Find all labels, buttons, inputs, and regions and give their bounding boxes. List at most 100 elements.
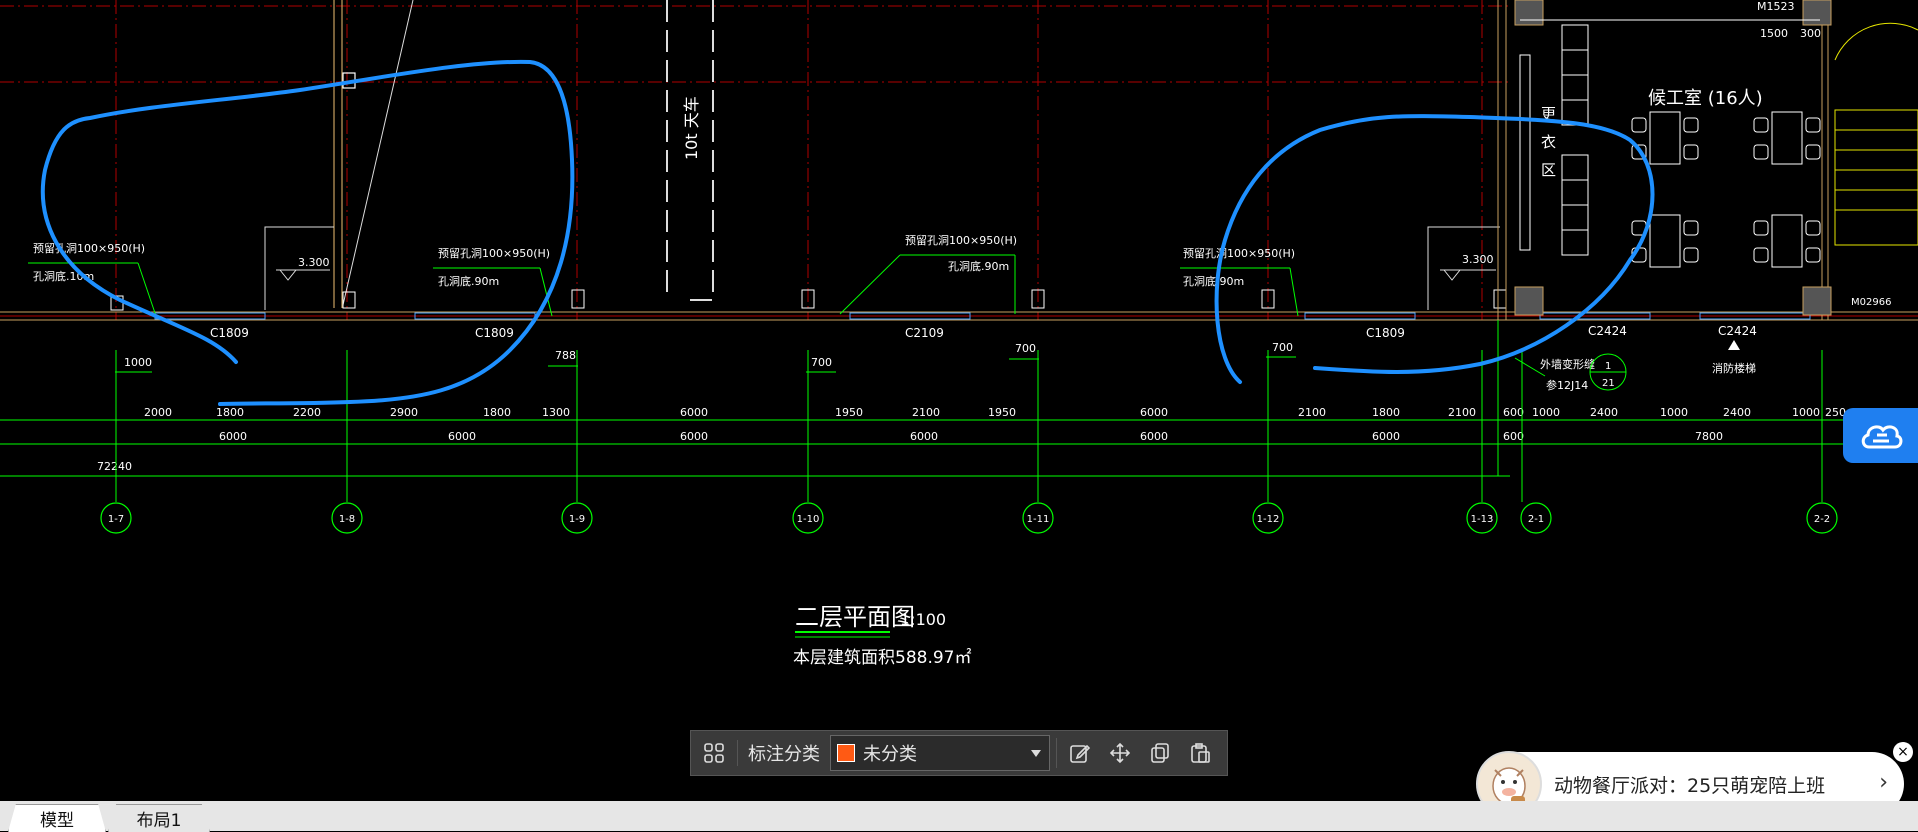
svg-text:1800: 1800 xyxy=(483,406,511,419)
paste-icon[interactable] xyxy=(1183,736,1217,770)
exterior-wall xyxy=(0,311,1918,321)
stairs xyxy=(1834,22,1918,246)
svg-text:孔洞底.90m: 孔洞底.90m xyxy=(1183,274,1244,288)
svg-text:1800: 1800 xyxy=(1372,406,1400,419)
svg-text:1-7: 1-7 xyxy=(108,514,124,525)
svg-text:衣: 衣 xyxy=(1541,133,1556,151)
wall-note-2: 参12J14 xyxy=(1546,378,1588,392)
changing-area-label: 更 衣 区 xyxy=(1541,105,1556,179)
stair-note: 消防楼梯 xyxy=(1712,361,1756,375)
drawing-scale: 1:100 xyxy=(900,610,946,629)
opening-note-4: 预留孔洞100×950(H) 孔洞底.90m xyxy=(1180,247,1299,317)
edit-icon[interactable] xyxy=(1063,736,1097,770)
annotation-category-label: 标注分类 xyxy=(737,740,824,766)
svg-text:1-13: 1-13 xyxy=(1471,514,1494,525)
grid-icon[interactable] xyxy=(697,736,731,770)
svg-text:2100: 2100 xyxy=(912,406,940,419)
window-label-1: C1809 xyxy=(210,326,249,340)
svg-text:2900: 2900 xyxy=(390,406,418,419)
svg-text:1-9: 1-9 xyxy=(569,514,585,525)
door2-label: M02966 xyxy=(1851,297,1891,308)
small-dim-2: 788 xyxy=(555,349,576,362)
svg-text:600: 600 xyxy=(1503,406,1524,419)
svg-text:预留孔洞100×950(H): 预留孔洞100×950(H) xyxy=(438,247,550,260)
diagonal-line xyxy=(342,0,414,306)
toolbar-separator xyxy=(1056,738,1057,768)
dim-row-1: 2000 1800 2200 2900 1800 1300 6000 1950 … xyxy=(144,406,1846,419)
axis-labels: 1-7 1-8 1-9 1-10 1-11 1-12 1-13 2-1 2-2 xyxy=(108,514,1830,525)
svg-text:预留孔洞100×950(H): 预留孔洞100×950(H) xyxy=(905,234,1017,247)
svg-text:6000: 6000 xyxy=(219,430,247,443)
annotation-category-select[interactable]: 未分类 xyxy=(830,735,1050,771)
svg-text:2400: 2400 xyxy=(1723,406,1751,419)
svg-text:6000: 6000 xyxy=(910,430,938,443)
window-label-2: C1809 xyxy=(475,326,514,340)
room-label: 候工室 (16人) xyxy=(1648,88,1763,109)
detail-top: 1 xyxy=(1605,361,1611,372)
svg-text:1-10: 1-10 xyxy=(797,514,820,525)
lockers xyxy=(1561,24,1589,256)
svg-text:1000: 1000 xyxy=(1532,406,1560,419)
window-label-5: C2424 xyxy=(1588,324,1627,338)
opening-note-3: 预留孔洞100×950(H) 孔洞底.90m xyxy=(839,234,1017,315)
svg-text:6000: 6000 xyxy=(448,430,476,443)
svg-text:6000: 6000 xyxy=(1140,430,1168,443)
svg-text:6000: 6000 xyxy=(680,430,708,443)
svg-text:预留孔洞100×950(H): 预留孔洞100×950(H) xyxy=(1183,247,1295,260)
dim-total: 72240 xyxy=(97,460,132,473)
layout-tab-bar: 模型 布局1 xyxy=(0,801,1918,832)
axis-bubbles xyxy=(100,502,1838,534)
cad-drawing-canvas[interactable]: 10t 天车 3.300 3.300 预留孔洞100×950(H) 孔洞底.10… xyxy=(0,0,1918,831)
dimension-lines xyxy=(0,419,1918,477)
svg-text:1950: 1950 xyxy=(835,406,863,419)
category-select-value: 未分类 xyxy=(863,744,917,765)
svg-text:1000: 1000 xyxy=(1660,406,1688,419)
small-dim-4: 700 xyxy=(1015,342,1036,355)
svg-text:孔洞底.90m: 孔洞底.90m xyxy=(948,259,1009,273)
column-1-8 xyxy=(333,0,356,308)
svg-text:600: 600 xyxy=(1503,430,1524,443)
svg-text:6000: 6000 xyxy=(1140,406,1168,419)
staff-room xyxy=(1497,0,1832,320)
copy-icon[interactable] xyxy=(1143,736,1177,770)
small-dim-5: 700 xyxy=(1272,341,1293,354)
move-icon[interactable] xyxy=(1103,736,1137,770)
detail-bottom: 21 xyxy=(1602,378,1615,389)
drawing-title: 二层平面图 xyxy=(795,603,915,631)
chevron-right-icon[interactable]: › xyxy=(1879,770,1888,795)
svg-text:2100: 2100 xyxy=(1448,406,1476,419)
svg-text:2400: 2400 xyxy=(1590,406,1618,419)
tab-model[interactable]: 模型 xyxy=(8,804,106,832)
notification-text: 动物餐厅派对：25只萌宠陪上班 xyxy=(1554,774,1826,797)
svg-text:区: 区 xyxy=(1541,161,1556,179)
svg-text:6000: 6000 xyxy=(680,406,708,419)
wall-note-1: 外墙变形缝 xyxy=(1540,357,1595,371)
elevation-2: 3.300 xyxy=(1462,253,1494,266)
small-dims xyxy=(115,356,1296,373)
svg-text:2-2: 2-2 xyxy=(1814,514,1830,525)
svg-text:1000: 1000 xyxy=(1792,406,1820,419)
svg-text:1-12: 1-12 xyxy=(1257,514,1280,525)
window-label-3: C2109 xyxy=(905,326,944,340)
svg-text:预留孔洞100×950(H): 预留孔洞100×950(H) xyxy=(33,242,145,255)
svg-text:2200: 2200 xyxy=(293,406,321,419)
chevron-down-icon xyxy=(1031,750,1041,757)
svg-text:2-1: 2-1 xyxy=(1528,514,1544,525)
svg-text:1800: 1800 xyxy=(216,406,244,419)
opening-note-1: 预留孔洞100×950(H) 孔洞底.10m xyxy=(28,242,157,317)
cloud-service-widget[interactable] xyxy=(1843,408,1918,463)
window-label-4: C1809 xyxy=(1366,326,1405,340)
elevation-1: 3.300 xyxy=(298,256,330,269)
svg-text:1950: 1950 xyxy=(988,406,1016,419)
tables xyxy=(1631,111,1821,268)
north-marker xyxy=(1728,340,1740,350)
tab-layout1[interactable]: 布局1 xyxy=(108,804,210,832)
window-label-6: C2424 xyxy=(1718,324,1757,338)
small-dim-3: 700 xyxy=(811,356,832,369)
close-notification-button[interactable]: × xyxy=(1893,742,1913,762)
top-dim-1: 1500 xyxy=(1760,27,1788,40)
small-dim-1: 1000 xyxy=(124,356,152,369)
door-label: M1523 xyxy=(1757,0,1795,13)
category-color-swatch xyxy=(837,744,855,762)
area-note: 本层建筑面积588.97㎡ xyxy=(793,648,971,668)
